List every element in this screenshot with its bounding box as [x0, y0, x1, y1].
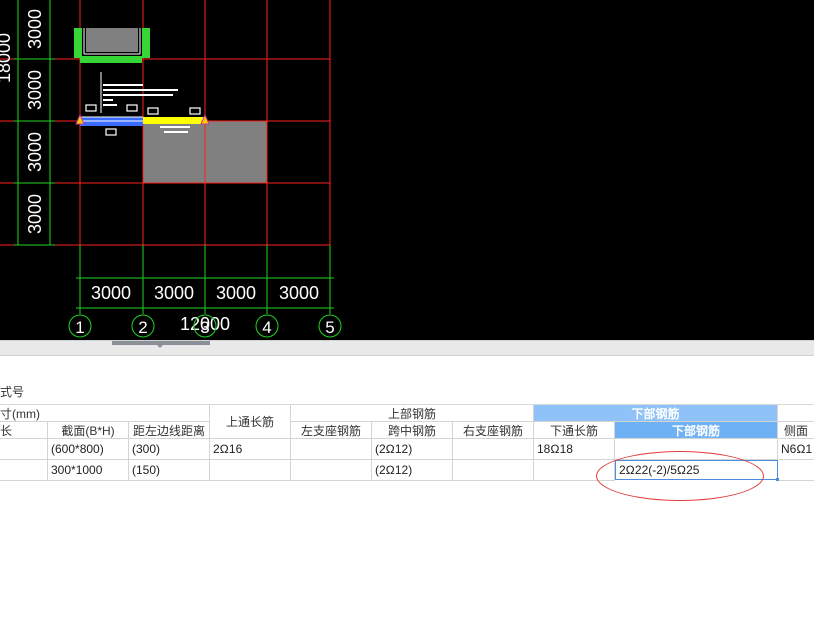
- row1-bottom-through[interactable]: 18Ω18: [534, 439, 615, 460]
- header-length: 长: [0, 422, 48, 439]
- axis-label-2[interactable]: 2: [138, 318, 147, 337]
- left-dim-text-3: 3000: [25, 132, 45, 172]
- header-section: 截面(B*H): [48, 422, 129, 439]
- cad-viewport[interactable]: 3000 3000 3000 3000 18000 3000 3000 3000…: [0, 0, 814, 340]
- row2-right-support[interactable]: [453, 460, 534, 481]
- row1-side-rebar[interactable]: N6Ω1: [778, 439, 814, 460]
- row1-top-through[interactable]: 2Ω16: [210, 439, 291, 460]
- bottom-dim-text-3: 3000: [216, 283, 256, 303]
- table-title: 式号: [0, 385, 25, 399]
- row2-length[interactable]: [0, 460, 48, 481]
- row2-top-through[interactable]: [210, 460, 291, 481]
- header-top-rebar: 上部钢筋: [291, 405, 534, 422]
- header-size: 寸(mm): [0, 405, 210, 422]
- row2-side-rebar[interactable]: [778, 460, 814, 481]
- axis-label-4[interactable]: 4: [262, 318, 271, 337]
- bottom-dimension-lines: [76, 245, 334, 314]
- row1-left-support[interactable]: [291, 439, 372, 460]
- row2-section[interactable]: 300*1000: [48, 460, 129, 481]
- axis-label-1[interactable]: 1: [75, 318, 84, 337]
- highlight-ellipse: [596, 451, 764, 501]
- bottom-dim-text-4: 3000: [279, 283, 319, 303]
- slab-top: [86, 28, 138, 52]
- row1-right-support[interactable]: [453, 439, 534, 460]
- axis-label-3[interactable]: 3: [200, 318, 209, 337]
- header-bottom-rebar: 下部钢筋: [615, 422, 778, 439]
- header-left-support: 左支座钢筋: [291, 422, 372, 439]
- header-mid-span: 跨中钢筋: [372, 422, 453, 439]
- slab-mid-1: [143, 121, 205, 183]
- header-bottom-through: 下通长筋: [534, 422, 615, 439]
- left-total-text: 18000: [0, 33, 14, 83]
- header-side-group: [778, 405, 814, 422]
- header-top-through: 上通长筋: [210, 405, 291, 439]
- row1-mid-span[interactable]: (2Ω12): [372, 439, 453, 460]
- header-side-rebar: 侧面: [778, 422, 814, 439]
- row1-section[interactable]: (600*800): [48, 439, 129, 460]
- rebar-table-panel: 式号 寸(mm) 上通长筋 上部钢筋 下部钢筋 长 截面(B*H) 距左边线距离…: [0, 356, 814, 634]
- header-right-support: 右支座钢筋: [453, 422, 534, 439]
- cad-drawing[interactable]: 3000 3000 3000 3000 18000 3000 3000 3000…: [0, 0, 814, 340]
- left-dim-text-1: 3000: [25, 9, 45, 49]
- chevron-down-icon[interactable]: [156, 344, 164, 348]
- slab-mid-2: [205, 121, 267, 183]
- row2-left-distance[interactable]: (150): [129, 460, 210, 481]
- panel-splitter[interactable]: [0, 340, 814, 356]
- cell-fill-handle[interactable]: [776, 478, 779, 481]
- axis-label-5[interactable]: 5: [325, 318, 334, 337]
- header-left-distance: 距左边线距离: [129, 422, 210, 439]
- header-bottom-rebar-group: 下部钢筋: [534, 405, 778, 422]
- row2-mid-span[interactable]: (2Ω12): [372, 460, 453, 481]
- left-dim-text-4: 3000: [25, 194, 45, 234]
- left-dim-text-2: 3000: [25, 70, 45, 110]
- bottom-dim-text-1: 3000: [91, 283, 131, 303]
- beam-yellow-selected[interactable]: [143, 117, 205, 124]
- row1-left-distance[interactable]: (300): [129, 439, 210, 460]
- bottom-dim-text-2: 3000: [154, 283, 194, 303]
- row2-left-support[interactable]: [291, 460, 372, 481]
- row1-length[interactable]: [0, 439, 48, 460]
